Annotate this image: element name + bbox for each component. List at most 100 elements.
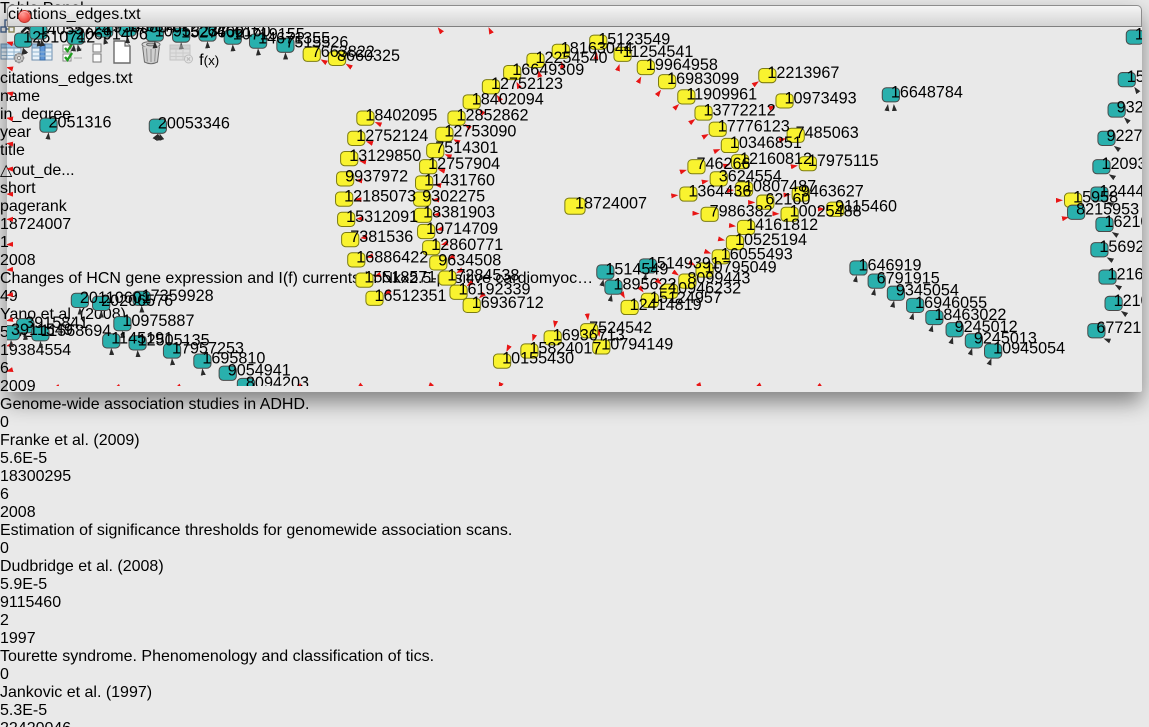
graph-node-label: 20053346: [158, 115, 230, 133]
cell-out_de: 0: [0, 666, 1149, 684]
cell-short: Dudbridge et al. (2008): [0, 558, 1149, 576]
window-titlebar[interactable]: citations_edges.txt: [7, 5, 1142, 27]
traffic-lights: [18, 10, 71, 23]
graph-node-label: 1569237: [1099, 238, 1142, 256]
graph-node-label: 12752124: [356, 127, 428, 145]
cell-title: Estimation of significance thresholds fo…: [0, 522, 1149, 540]
cell-pagerank: 5.3E-5: [0, 702, 1149, 720]
cell-pagerank: 5.6E-5: [0, 450, 1149, 468]
black-edge: [23, 133, 48, 386]
black-edge: [233, 45, 251, 386]
black-edge: [111, 349, 114, 386]
black-edge: [25, 334, 28, 387]
red-edge: [575, 206, 588, 319]
black-edge: [937, 338, 952, 387]
window-title: citations_edges.txt: [8, 6, 1141, 24]
graph-node-label: 12104181: [1114, 292, 1142, 310]
cell-in_degree: 2: [0, 612, 1149, 630]
cell-short: Jankovic et al. (1997): [0, 684, 1149, 702]
graph-node-label: 15518571: [364, 269, 436, 287]
red-edge: [562, 62, 575, 206]
graph-node-label: 12414819: [630, 296, 702, 314]
graph-node-label: 12160812: [740, 150, 812, 168]
red-edge: [575, 77, 641, 206]
graph-node-label: 1364436: [688, 182, 751, 200]
black-edge: [202, 369, 205, 386]
black-edge: [40, 342, 43, 387]
graph-node-label: 1209387: [1101, 155, 1141, 173]
table-row[interactable]: 1830029562008Estimation of significance …: [0, 468, 1149, 594]
black-edge: [1104, 339, 1141, 359]
graph-node-label: 15312091: [346, 208, 418, 226]
graph-node-label: 9329966: [1117, 98, 1142, 116]
graph-node-label: 15751074: [1127, 68, 1142, 86]
graph-node-label: 10155430: [502, 350, 574, 368]
graph-node-label: 11568694: [40, 322, 111, 340]
cell-name: 22420046: [0, 720, 1149, 727]
black-edge: [916, 326, 932, 387]
application-root: citations_edges.txt 76638228660325181630…: [0, 0, 1149, 727]
cell-title: Tourette syndrome. Phenomenology and cla…: [0, 648, 1149, 666]
red-edge: [533, 206, 575, 340]
black-edge: [960, 349, 972, 386]
cell-in_degree: 6: [0, 486, 1149, 504]
red-edge: [575, 120, 695, 207]
graph-node-label: 1595810: [1135, 27, 1142, 44]
black-edge: [894, 314, 913, 387]
black-edge: [894, 105, 919, 386]
graph-node-label: 7381536: [350, 228, 413, 246]
graph-node-label: 9937972: [345, 167, 408, 185]
graph-node-label: 2051316: [49, 114, 112, 132]
graph-node-label: 16936712: [472, 294, 544, 312]
close-window-icon[interactable]: [18, 10, 31, 23]
graph-node-label: 7515526: [285, 34, 348, 52]
cell-out_de: 0: [0, 540, 1149, 558]
graph-node-label: 7485063: [796, 124, 859, 142]
minimize-window-icon[interactable]: [38, 10, 51, 23]
graph-node-label: 18402095: [365, 107, 437, 125]
graph-node-label: 10975887: [122, 312, 194, 330]
black-edge: [285, 53, 296, 386]
graph-node-label: 18724007: [575, 195, 647, 213]
graph-node-label: 1895622: [613, 276, 676, 294]
graph-node-label: 9227342: [1107, 127, 1142, 145]
network-canvas[interactable]: 7663822866032518163044122545401664930912…: [7, 27, 1142, 391]
red-edge: [575, 91, 661, 207]
graph-node-label: 15149391: [648, 254, 720, 272]
black-edge: [172, 359, 175, 386]
graph-node-label: 12185073: [344, 188, 416, 206]
black-edge: [258, 49, 281, 386]
red-edge: [575, 206, 710, 253]
red-edge: [575, 65, 619, 206]
red-edge: [555, 206, 575, 327]
black-edge: [843, 105, 888, 386]
graph-node-label: 13129850: [349, 147, 421, 165]
black-edge: [138, 351, 141, 386]
graph-node-label: 12160545: [1108, 266, 1142, 284]
cell-name: 18300295: [0, 468, 1149, 486]
graph-node-label: 8094203: [246, 374, 309, 387]
graph-node-label: 17975115: [808, 152, 879, 170]
graph-node-label: 16886422: [356, 248, 428, 266]
graph-node-label: 6772195: [1096, 319, 1142, 337]
graph-node-label: 17359928: [142, 287, 214, 305]
cell-pagerank: 5.9E-5: [0, 576, 1149, 594]
graph-node-label: 10973493: [785, 89, 857, 107]
black-edge: [11, 341, 14, 387]
graph-node-label: 16648784: [891, 83, 963, 101]
table-row[interactable]: 2242004622012Investigating the contribut…: [0, 720, 1149, 727]
cell-title: Genome-wide association studies in ADHD.: [0, 396, 1149, 414]
cell-out_de: 0: [0, 414, 1149, 432]
graph-node-label: 1244415: [1099, 182, 1142, 200]
table-row[interactable]: 911546021997Tourette syndrome. Phenomeno…: [0, 594, 1149, 720]
zoom-window-icon[interactable]: [58, 10, 71, 23]
red-edge: [575, 105, 678, 207]
graph-node-label: 12213967: [767, 64, 839, 82]
cell-name: 9115460: [0, 594, 1149, 612]
red-edge: [575, 206, 599, 336]
cell-year: 1997: [0, 630, 1149, 648]
cell-short: Franke et al. (2009): [0, 432, 1149, 450]
window-frame: 7663822866032518163044122545401664930912…: [7, 27, 1142, 391]
cell-year: 2008: [0, 504, 1149, 522]
graph-node-label: 10945054: [993, 339, 1065, 357]
